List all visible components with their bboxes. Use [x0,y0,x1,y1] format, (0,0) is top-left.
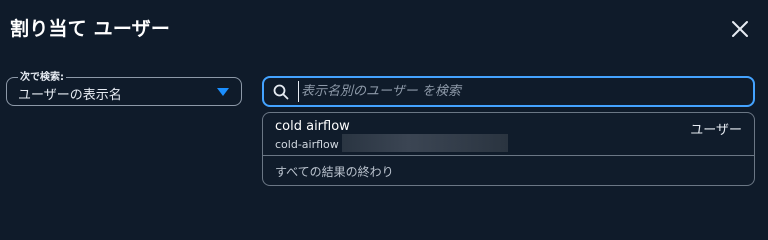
caret-down-icon [217,88,229,96]
search-by-selected-value: ユーザーの表示名 [18,88,122,103]
result-user-name: cold airflow [275,119,350,134]
redacted-email-block [342,134,508,152]
modal-title: 割り当て ユーザー [10,18,171,40]
search-results-dropdown: cold airflow ユーザー cold-airflow | すべての結果の… [262,112,755,186]
search-field[interactable] [262,76,755,107]
results-end-message: すべての結果の終わり [275,165,394,179]
assign-users-modal: 割り当て ユーザー 次で検索: ユーザーの表示名 cold airflow ユー… [0,0,768,221]
result-item-cold-airflow[interactable]: cold airflow ユーザー cold-airflow | [263,113,754,156]
search-by-label: 次で検索: [18,68,66,83]
close-icon [732,21,748,37]
search-input[interactable] [298,81,746,102]
result-entity-type: ユーザー [690,123,742,138]
close-button[interactable] [728,17,752,41]
search-icon [273,84,289,100]
result-username: cold-airflow | [275,138,346,151]
